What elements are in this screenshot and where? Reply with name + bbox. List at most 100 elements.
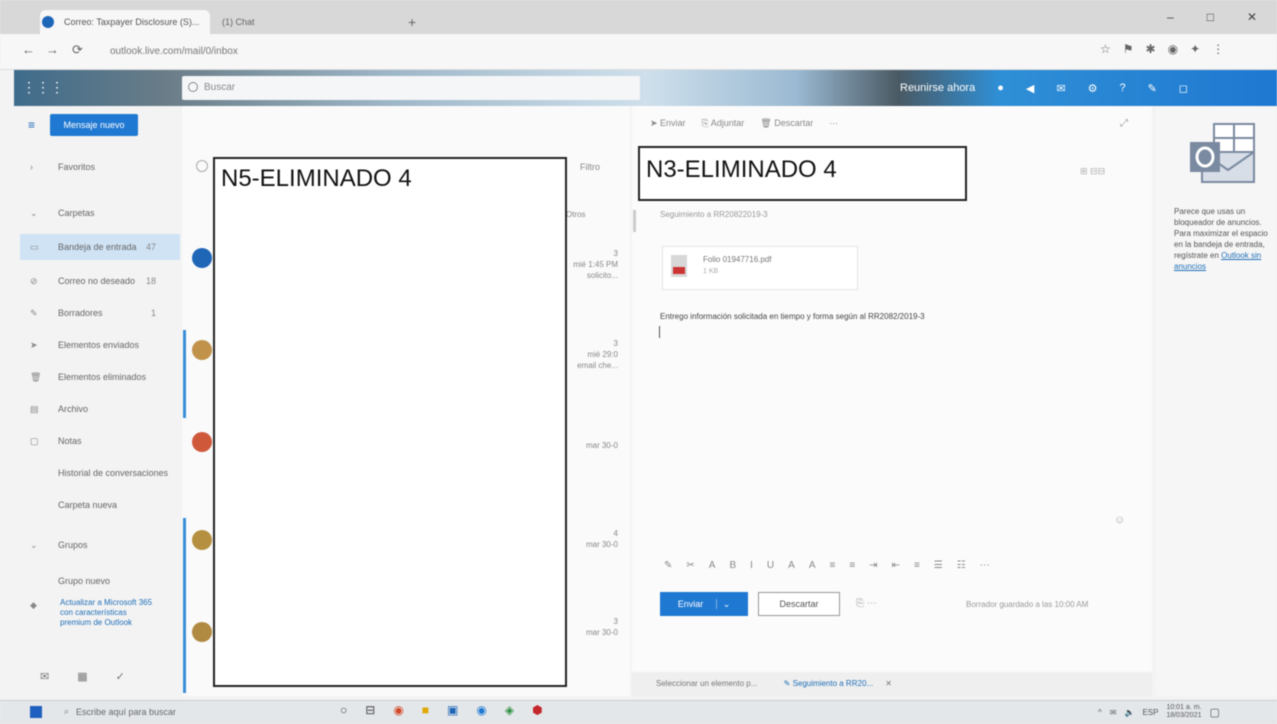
skype-icon[interactable]: ● [997, 82, 1004, 94]
italic-icon[interactable]: I [750, 560, 753, 574]
more-format-icon[interactable]: ⋯ [980, 560, 990, 574]
nav-conversation-history[interactable]: Historial de conversaciones [20, 460, 180, 486]
gear-icon[interactable]: ⚙ [1088, 82, 1098, 95]
nav-deleted[interactable]: 🗑 Elementos eliminados [20, 364, 180, 390]
task-view-icon[interactable]: ⊟ [365, 703, 375, 721]
menu-icon[interactable]: ≡ [28, 118, 35, 132]
select-all-checkbox[interactable] [196, 160, 208, 172]
edge-icon[interactable]: ◉ [476, 703, 486, 721]
nav-archive[interactable]: ▤ Archivo [20, 396, 180, 422]
volume-icon[interactable]: 🔈 [1124, 708, 1134, 717]
language-indicator[interactable]: ESP [1142, 708, 1158, 717]
layout-icon[interactable]: ☷ [957, 560, 966, 574]
nav-new-folder[interactable]: Carpeta nueva [20, 492, 180, 518]
nav-favorites[interactable]: › Favoritos [20, 154, 180, 180]
mail-icon[interactable]: ✉ [40, 670, 49, 683]
nav-notes[interactable]: ▢ Notas [20, 428, 180, 454]
people-icon[interactable]: ✓ [116, 670, 125, 683]
attachment-card[interactable]: Folio 01947716.pdf 1 KB [662, 246, 858, 290]
feedback-icon[interactable]: ✎ [1148, 82, 1157, 95]
discard-toolbar-button[interactable]: 🗑 Descartar [760, 118, 813, 132]
maximize-icon[interactable]: □ [1207, 10, 1214, 30]
nav-new-group[interactable]: Grupo nuevo [20, 568, 180, 594]
nav-drafts[interactable]: ✎ Borradores 1 [20, 300, 180, 326]
nav-sent[interactable]: ➤ Elementos enviados [20, 332, 180, 358]
nav-junk[interactable]: ⊘ Correo no deseado 18 [20, 268, 180, 294]
send-toolbar-button[interactable]: ➤ Enviar [650, 118, 686, 132]
draft-tab-active[interactable]: ✎ Seguimiento a RR20... [784, 679, 873, 688]
list-item-meta[interactable]: 3 mié 29:0 email che... [566, 338, 618, 371]
minimize-icon[interactable]: – [1167, 10, 1174, 30]
list-item-meta[interactable]: 3 mar 30-0 [566, 616, 618, 638]
outdent-icon[interactable]: ⇤ [892, 560, 900, 574]
forward-icon[interactable]: → [46, 42, 59, 57]
url-field[interactable]: outlook.live.com/mail/0/inbox [100, 42, 1080, 62]
bookmark-star-icon[interactable]: ☆ [1100, 42, 1111, 62]
close-icon[interactable]: ✕ [1247, 10, 1257, 30]
nav-inbox[interactable]: ▭ Bandeja de entrada 47 [20, 234, 180, 260]
store-icon[interactable]: ▣ [447, 703, 458, 721]
format-painter-icon[interactable]: ✎ [664, 560, 672, 574]
message-body[interactable]: Entrego información solicitada en tiempo… [660, 312, 1130, 321]
list-item-meta[interactable]: 3 mié 1:45 PM solicito... [566, 248, 618, 281]
nav-groups[interactable]: ⌄ Grupos [20, 532, 180, 558]
megaphone-icon[interactable]: ◀ [1026, 82, 1034, 95]
cut-icon[interactable]: ✂ [686, 560, 694, 574]
browser-tab-outlook[interactable]: Correo: Taxpayer Disclosure (S)... [40, 10, 210, 34]
app-launcher-icon[interactable]: ⋮⋮⋮ [22, 79, 64, 95]
font-size-icon[interactable]: A [709, 560, 716, 574]
chrome-icon[interactable]: ◉ [393, 703, 403, 721]
subject-field[interactable]: Seguimiento a RR20822019-3 [660, 210, 768, 219]
expand-icon[interactable]: ⤢ [1120, 118, 1128, 129]
chevron-down-icon[interactable]: ⌄ [715, 599, 731, 609]
network-icon[interactable]: ✉ [1110, 708, 1117, 717]
more-options-icon[interactable]: ··· [829, 118, 838, 132]
font-color-icon[interactable]: A [809, 560, 816, 574]
account-avatar[interactable]: ◻ [1179, 82, 1188, 95]
attach-button[interactable]: ⎘ Adjuntar [702, 118, 745, 132]
table-icon[interactable]: ☰ [934, 560, 943, 574]
discard-button[interactable]: Descartar [758, 592, 840, 616]
taskbar-search[interactable]: Escribe aquí para buscar [60, 703, 310, 721]
extension-icon[interactable]: ✱ [1146, 42, 1156, 62]
bullets-icon[interactable]: ≡ [829, 560, 835, 574]
list-item-meta[interactable]: 4 mar 30-0 [566, 528, 618, 550]
other-tab[interactable]: Otros [566, 210, 586, 219]
browser-tab-chat[interactable]: (1) Chat [214, 10, 364, 34]
highlight-icon[interactable]: A [788, 560, 795, 574]
app-icon[interactable]: ⬢ [532, 703, 542, 721]
close-icon[interactable]: ✕ [885, 679, 892, 688]
mail-icon[interactable]: ✉ [1056, 82, 1065, 95]
filter-button[interactable]: Filtro [580, 162, 600, 172]
app-icon[interactable]: ◈ [505, 703, 514, 721]
underline-icon[interactable]: U [767, 560, 774, 574]
indent-icon[interactable]: ⇥ [869, 560, 877, 574]
align-icon[interactable]: ≡ [914, 560, 920, 574]
draft-tab[interactable]: Seleccionar un elemento p... [656, 679, 757, 688]
search-input[interactable]: Buscar [182, 76, 640, 100]
calendar-icon[interactable]: ▦ [77, 670, 87, 683]
cortana-icon[interactable]: ○ [340, 703, 347, 721]
attach-icon[interactable]: ⎘ ⋯ [856, 598, 877, 609]
numbering-icon[interactable]: ≡ [849, 560, 855, 574]
extension-icon[interactable]: ◉ [1168, 42, 1178, 62]
profile-avatar-icon[interactable]: ✦ [1190, 42, 1200, 62]
help-icon[interactable]: ? [1119, 82, 1125, 94]
emoji-icon[interactable]: ☺ [1114, 514, 1125, 526]
reload-icon[interactable]: ⟳ [72, 42, 83, 58]
clock[interactable]: 10:01 a. m. 18/03/2021 [1166, 704, 1201, 720]
browser-menu-icon[interactable]: ⋮ [1212, 42, 1224, 62]
notification-icon[interactable]: ▢ [1210, 706, 1220, 719]
send-button[interactable]: Enviar ⌄ [660, 592, 748, 616]
windows-start-icon[interactable] [30, 706, 42, 718]
meet-now-button[interactable]: Reunirse ahora [900, 82, 975, 94]
list-item-meta[interactable]: mar 30-0 [566, 440, 618, 451]
file-explorer-icon[interactable]: ■ [422, 703, 429, 721]
new-tab-button[interactable]: + [400, 10, 420, 34]
recipient-options[interactable]: ⊞ ⊟⊟ [1080, 166, 1105, 177]
extension-icon[interactable]: ⚑ [1123, 42, 1134, 62]
tray-expand-icon[interactable]: ^ [1098, 708, 1102, 717]
nav-folders[interactable]: ⌄ Carpetas [20, 200, 180, 226]
bold-icon[interactable]: B [729, 560, 736, 574]
new-message-button[interactable]: Mensaje nuevo [50, 114, 138, 136]
